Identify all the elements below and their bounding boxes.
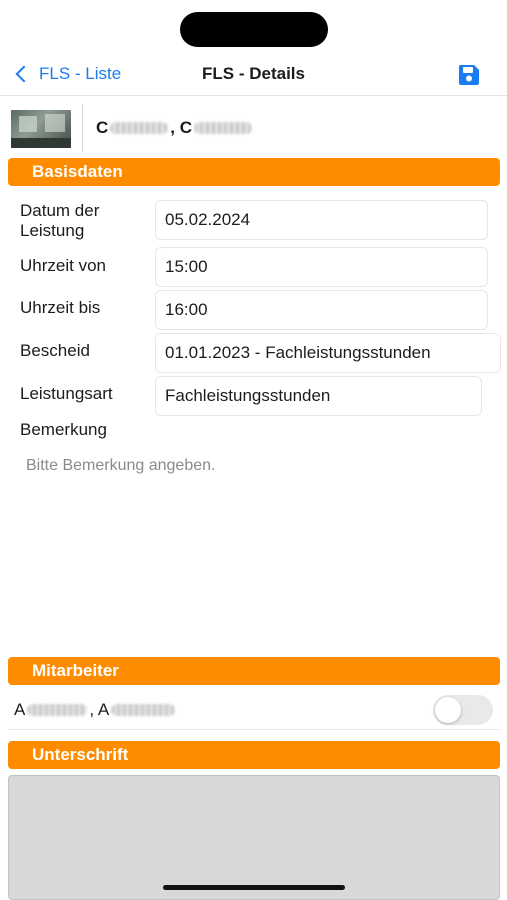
staff-name: A , A xyxy=(14,700,177,720)
bescheid-label: Bescheid xyxy=(20,341,90,360)
uhrzeit-von-label: Uhrzeit von xyxy=(20,256,106,275)
section-header-mitarbeiter: Mitarbeiter xyxy=(8,657,500,685)
bemerkung-label: Bemerkung xyxy=(20,420,107,439)
leistungsart-field[interactable]: Fachleistungsstunden xyxy=(155,376,482,416)
page-title: FLS - Details xyxy=(202,64,305,83)
floppy-disk-icon xyxy=(458,65,479,85)
person-name: C , C xyxy=(96,118,254,138)
toggle-knob xyxy=(435,697,461,723)
uhrzeit-bis-field[interactable]: 16:00 xyxy=(155,290,488,330)
uhrzeit-bis-label: Uhrzeit bis xyxy=(20,298,101,317)
person-header: C , C xyxy=(0,104,507,152)
signature-pad[interactable] xyxy=(8,775,500,900)
dynamic-island xyxy=(180,12,328,47)
uhrzeit-von-field[interactable]: 15:00 xyxy=(155,247,488,287)
bescheid-field[interactable]: 01.01.2023 - Fachleistungsstunden xyxy=(155,333,501,373)
redacted-text xyxy=(110,122,169,134)
save-button[interactable] xyxy=(458,64,480,86)
redacted-text xyxy=(27,704,88,716)
nav-divider xyxy=(0,95,507,96)
redacted-text xyxy=(194,122,253,134)
person-name-initial-2: , C xyxy=(170,118,193,137)
section-header-unterschrift: Unterschrift xyxy=(8,741,500,769)
bemerkung-textarea[interactable]: Bitte Bemerkung angeben. xyxy=(26,457,215,475)
section-header-basisdaten: Basisdaten xyxy=(8,158,500,186)
staff-toggle[interactable] xyxy=(433,695,493,725)
home-indicator xyxy=(163,885,345,890)
redacted-text xyxy=(111,704,176,716)
person-photo xyxy=(11,110,71,148)
leistungsart-label: Leistungsart xyxy=(20,384,113,403)
datum-label: Datum der Leistung xyxy=(20,201,100,240)
staff-name-initial-2: , A xyxy=(89,700,110,719)
person-divider xyxy=(82,104,83,152)
datum-field[interactable]: 05.02.2024 xyxy=(155,200,488,240)
navigation-bar: FLS - Liste FLS - Details xyxy=(0,52,507,96)
staff-divider xyxy=(8,729,500,730)
staff-name-initial-1: A xyxy=(14,700,26,719)
person-name-initial-1: C xyxy=(96,118,109,137)
staff-row: A , A xyxy=(0,690,507,730)
